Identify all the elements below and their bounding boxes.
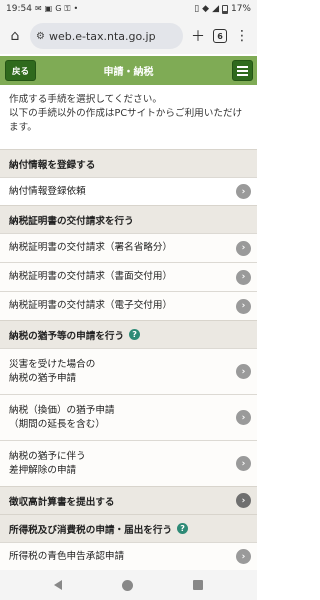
chevron-right-icon: › xyxy=(236,298,251,314)
section-header: 納税証明書の交付請求を行う xyxy=(0,205,257,233)
home-icon[interactable]: ⌂ xyxy=(4,25,26,47)
list-item[interactable]: 所得税の青色申告承認申請 › xyxy=(0,542,257,570)
section-header: 納付情報を登録する xyxy=(0,149,257,177)
help-icon[interactable]: ? xyxy=(129,329,141,340)
chevron-right-icon: › xyxy=(236,364,251,379)
system-nav-bar xyxy=(0,570,257,600)
signal-icon: ◢ xyxy=(212,4,219,14)
intro-line-2: 以下の手続以外の作成はPCサイトからご利用いただけます。 xyxy=(9,108,243,133)
battery-icon xyxy=(221,4,228,14)
main-content: 作成する手続を選択してください。 以下の手続以外の作成はPCサイトからご利用いた… xyxy=(0,85,257,570)
tab-count: 6 xyxy=(213,29,227,43)
new-tab-icon[interactable]: ＋ xyxy=(187,25,209,47)
site-header: 戻る 申請・納税 xyxy=(0,56,257,85)
list-item-label: 納付情報登録依頼 xyxy=(9,184,86,199)
status-bar: 19:54 ✉ ▣ G ⚿ • ▯ ◆ ◢ 17% xyxy=(0,0,257,18)
google-icon: G xyxy=(55,4,62,13)
list-item-label: 納税証明書の交付請求（電子交付用） xyxy=(9,300,173,311)
list-item-label: 所得税の青色申告承認申請 xyxy=(9,550,125,562)
chevron-right-icon: › xyxy=(236,184,251,199)
list-item[interactable]: 納税証明書の交付請求（署名省略分） › xyxy=(0,233,257,262)
nav-recent-apps-icon[interactable] xyxy=(193,580,203,590)
section-title: 徴収高計算書を提出する xyxy=(9,496,115,508)
chevron-right-icon: › xyxy=(236,549,251,564)
image-icon: ▣ xyxy=(44,4,53,13)
lock-icon: ⚿ xyxy=(64,4,71,13)
list-item-line-1: 納税（換価）の猶予申請 xyxy=(9,404,115,416)
wifi-icon: ◆ xyxy=(202,4,210,14)
address-bar[interactable]: ⚙ web.e-tax.nta.go.jp xyxy=(30,23,183,49)
status-time: 19:54 xyxy=(6,4,32,14)
list-item[interactable]: 納付情報登録依頼 › xyxy=(0,177,257,205)
intro-line-1: 作成する手続を選択してください。 xyxy=(9,94,162,105)
chevron-right-icon: › xyxy=(236,240,251,256)
list-item-label: 納税の猶予に伴う 差押解除の申請 xyxy=(9,450,86,478)
battery-percent: 17% xyxy=(230,4,251,14)
chevron-right-icon: › xyxy=(236,456,251,471)
list-item-label: 納税証明書の交付請求（署名省略分） xyxy=(9,242,173,253)
menu-button[interactable] xyxy=(232,60,253,81)
chevron-right-icon: › xyxy=(236,269,251,285)
page-title: 申請・納税 xyxy=(103,67,154,78)
section-title: 所得税及び消費税の申請・届出を行う xyxy=(9,524,173,536)
vibrate-icon: ▯ xyxy=(194,4,200,14)
section-header: 所得税及び消費税の申請・届出を行う ? xyxy=(0,514,257,542)
chevron-right-icon: › xyxy=(236,493,251,508)
list-item[interactable]: 納税証明書の交付請求（書面交付用） › xyxy=(0,262,257,291)
browser-toolbar: ⌂ ⚙ web.e-tax.nta.go.jp ＋ 6 ⋮ xyxy=(0,18,257,54)
chevron-right-icon: › xyxy=(236,410,251,425)
list-item-line-2: 差押解除の申請 xyxy=(9,464,77,476)
hamburger-icon xyxy=(237,65,248,68)
more-menu-icon[interactable]: ⋮ xyxy=(231,25,253,47)
section-title: 納税の猶予等の申請を行う xyxy=(9,330,125,342)
nav-back-icon[interactable] xyxy=(54,580,62,590)
list-item-line-1: 納税の猶予に伴う xyxy=(9,450,86,462)
help-icon[interactable]: ? xyxy=(177,523,189,534)
site-settings-icon[interactable]: ⚙ xyxy=(36,31,45,42)
tabs-button[interactable]: 6 xyxy=(209,25,231,47)
section-link-withholding-tax[interactable]: 徴収高計算書を提出する › xyxy=(0,486,257,514)
mail-icon: ✉ xyxy=(34,4,42,13)
list-item-line-1: 災害を受けた場合の xyxy=(9,358,96,370)
list-item-line-2: （期間の延長を含む） xyxy=(9,418,105,430)
list-item[interactable]: 納税証明書の交付請求（電子交付用） › xyxy=(0,291,257,320)
section-header: 納税の猶予等の申請を行う ? xyxy=(0,320,257,348)
nav-home-icon[interactable] xyxy=(122,579,133,591)
back-button[interactable]: 戻る xyxy=(5,60,37,81)
list-item[interactable]: 納税（換価）の猶予申請 （期間の延長を含む） › xyxy=(0,394,257,440)
list-item[interactable]: 納税の猶予に伴う 差押解除の申請 › xyxy=(0,440,257,486)
list-item-label: 災害を受けた場合の 納税の猶予申請 xyxy=(9,358,95,386)
list-item-label: 納税証明書の交付請求（書面交付用） xyxy=(9,271,173,282)
list-item-line-2: 納税の猶予申請 xyxy=(9,372,77,384)
list-item[interactable]: 災害を受けた場合の 納税の猶予申請 › xyxy=(0,348,257,394)
url-text: web.e-tax.nta.go.jp xyxy=(48,29,156,43)
dot-icon: • xyxy=(73,4,79,13)
list-item-label: 納税（換価）の猶予申請 （期間の延長を含む） xyxy=(9,404,115,432)
intro-text: 作成する手続を選択してください。 以下の手続以外の作成はPCサイトからご利用いた… xyxy=(0,85,257,149)
